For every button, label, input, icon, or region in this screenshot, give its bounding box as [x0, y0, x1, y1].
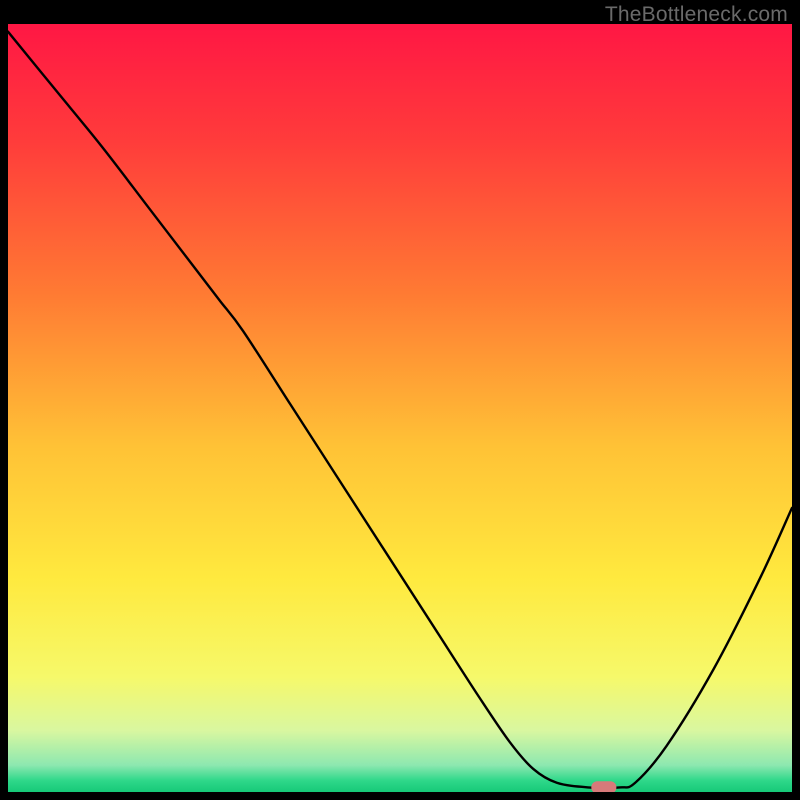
- chart-svg: [8, 24, 792, 792]
- gradient-background: [8, 24, 792, 792]
- watermark-text: TheBottleneck.com: [605, 3, 788, 27]
- chart-plot: [8, 24, 792, 792]
- bottleneck-marker: [591, 781, 616, 792]
- chart-frame: [8, 24, 792, 792]
